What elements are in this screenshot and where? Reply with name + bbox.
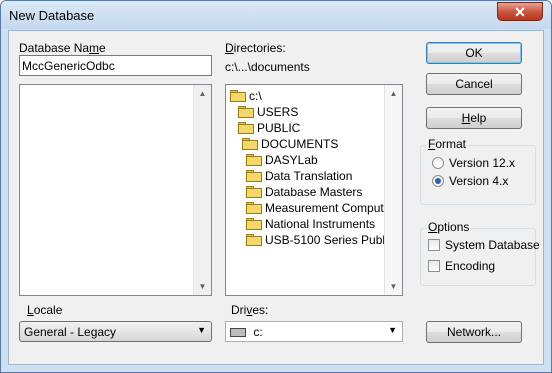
drives-dropdown[interactable]: c: ▼ xyxy=(225,321,403,342)
help-button[interactable]: Help xyxy=(426,107,522,129)
directory-list[interactable]: c:\ USERS PUBLIC DOCUMENTS DASYLab Data … xyxy=(225,84,403,296)
encoding-checkbox[interactable] xyxy=(428,260,440,272)
open-folder-icon xyxy=(238,106,254,118)
version-12-radio[interactable] xyxy=(432,157,444,169)
close-button[interactable]: ✕ xyxy=(497,2,543,21)
dialog-client-area: Database Name MccGenericOdbc ▲ ▼ Directo… xyxy=(8,30,544,365)
file-list[interactable]: ▲ ▼ xyxy=(19,84,212,296)
chevron-down-icon: ▼ xyxy=(197,325,206,335)
drive-icon xyxy=(230,328,246,338)
drives-label: Drives: xyxy=(231,303,269,317)
title-bar: New Database ✕ xyxy=(1,1,551,29)
locale-value: General - Legacy xyxy=(24,325,117,339)
chevron-down-icon: ▼ xyxy=(388,325,397,335)
cancel-button[interactable]: Cancel xyxy=(426,73,522,95)
locale-dropdown[interactable]: General - Legacy ▼ xyxy=(19,321,212,342)
file-list-scrollbar[interactable]: ▲ ▼ xyxy=(193,85,211,295)
window-title: New Database xyxy=(9,8,95,23)
version-4-label[interactable]: Version 4.x xyxy=(449,174,508,188)
version-4-radio[interactable] xyxy=(432,175,444,187)
folder-icon xyxy=(246,218,262,230)
format-label: Format xyxy=(427,137,468,151)
folder-icon xyxy=(246,186,262,198)
directories-label: Directories: xyxy=(225,41,286,55)
system-database-label[interactable]: System Database xyxy=(445,238,540,252)
scroll-down-arrow-icon[interactable]: ▼ xyxy=(194,278,211,295)
scroll-up-arrow-icon[interactable]: ▲ xyxy=(385,85,402,102)
scroll-up-arrow-icon[interactable]: ▲ xyxy=(194,85,211,102)
options-label: Options xyxy=(427,220,471,234)
current-path: c:\...\documents xyxy=(225,60,310,74)
open-folder-icon xyxy=(238,122,254,134)
drives-value: c: xyxy=(253,325,263,339)
version-12-label[interactable]: Version 12.x xyxy=(449,156,515,170)
folder-icon xyxy=(246,154,262,166)
folder-icon xyxy=(246,202,262,214)
scroll-down-arrow-icon[interactable]: ▼ xyxy=(385,278,402,295)
open-folder-icon xyxy=(230,90,246,102)
folder-icon xyxy=(246,234,262,246)
encoding-label[interactable]: Encoding xyxy=(445,259,495,273)
close-icon: ✕ xyxy=(514,4,526,20)
open-folder-icon xyxy=(242,138,258,150)
database-name-input[interactable]: MccGenericOdbc xyxy=(19,55,212,76)
new-database-window: New Database ✕ Database Name MccGenericO… xyxy=(0,0,552,373)
system-database-checkbox[interactable] xyxy=(428,239,440,251)
network-button[interactable]: Network... xyxy=(426,321,522,343)
directory-list-scrollbar[interactable]: ▲ ▼ xyxy=(384,85,402,295)
locale-label: Locale xyxy=(27,303,63,317)
folder-icon xyxy=(246,170,262,182)
options-group xyxy=(420,228,536,286)
database-name-label: Database Name xyxy=(19,41,106,55)
ok-button[interactable]: OK xyxy=(426,42,522,64)
